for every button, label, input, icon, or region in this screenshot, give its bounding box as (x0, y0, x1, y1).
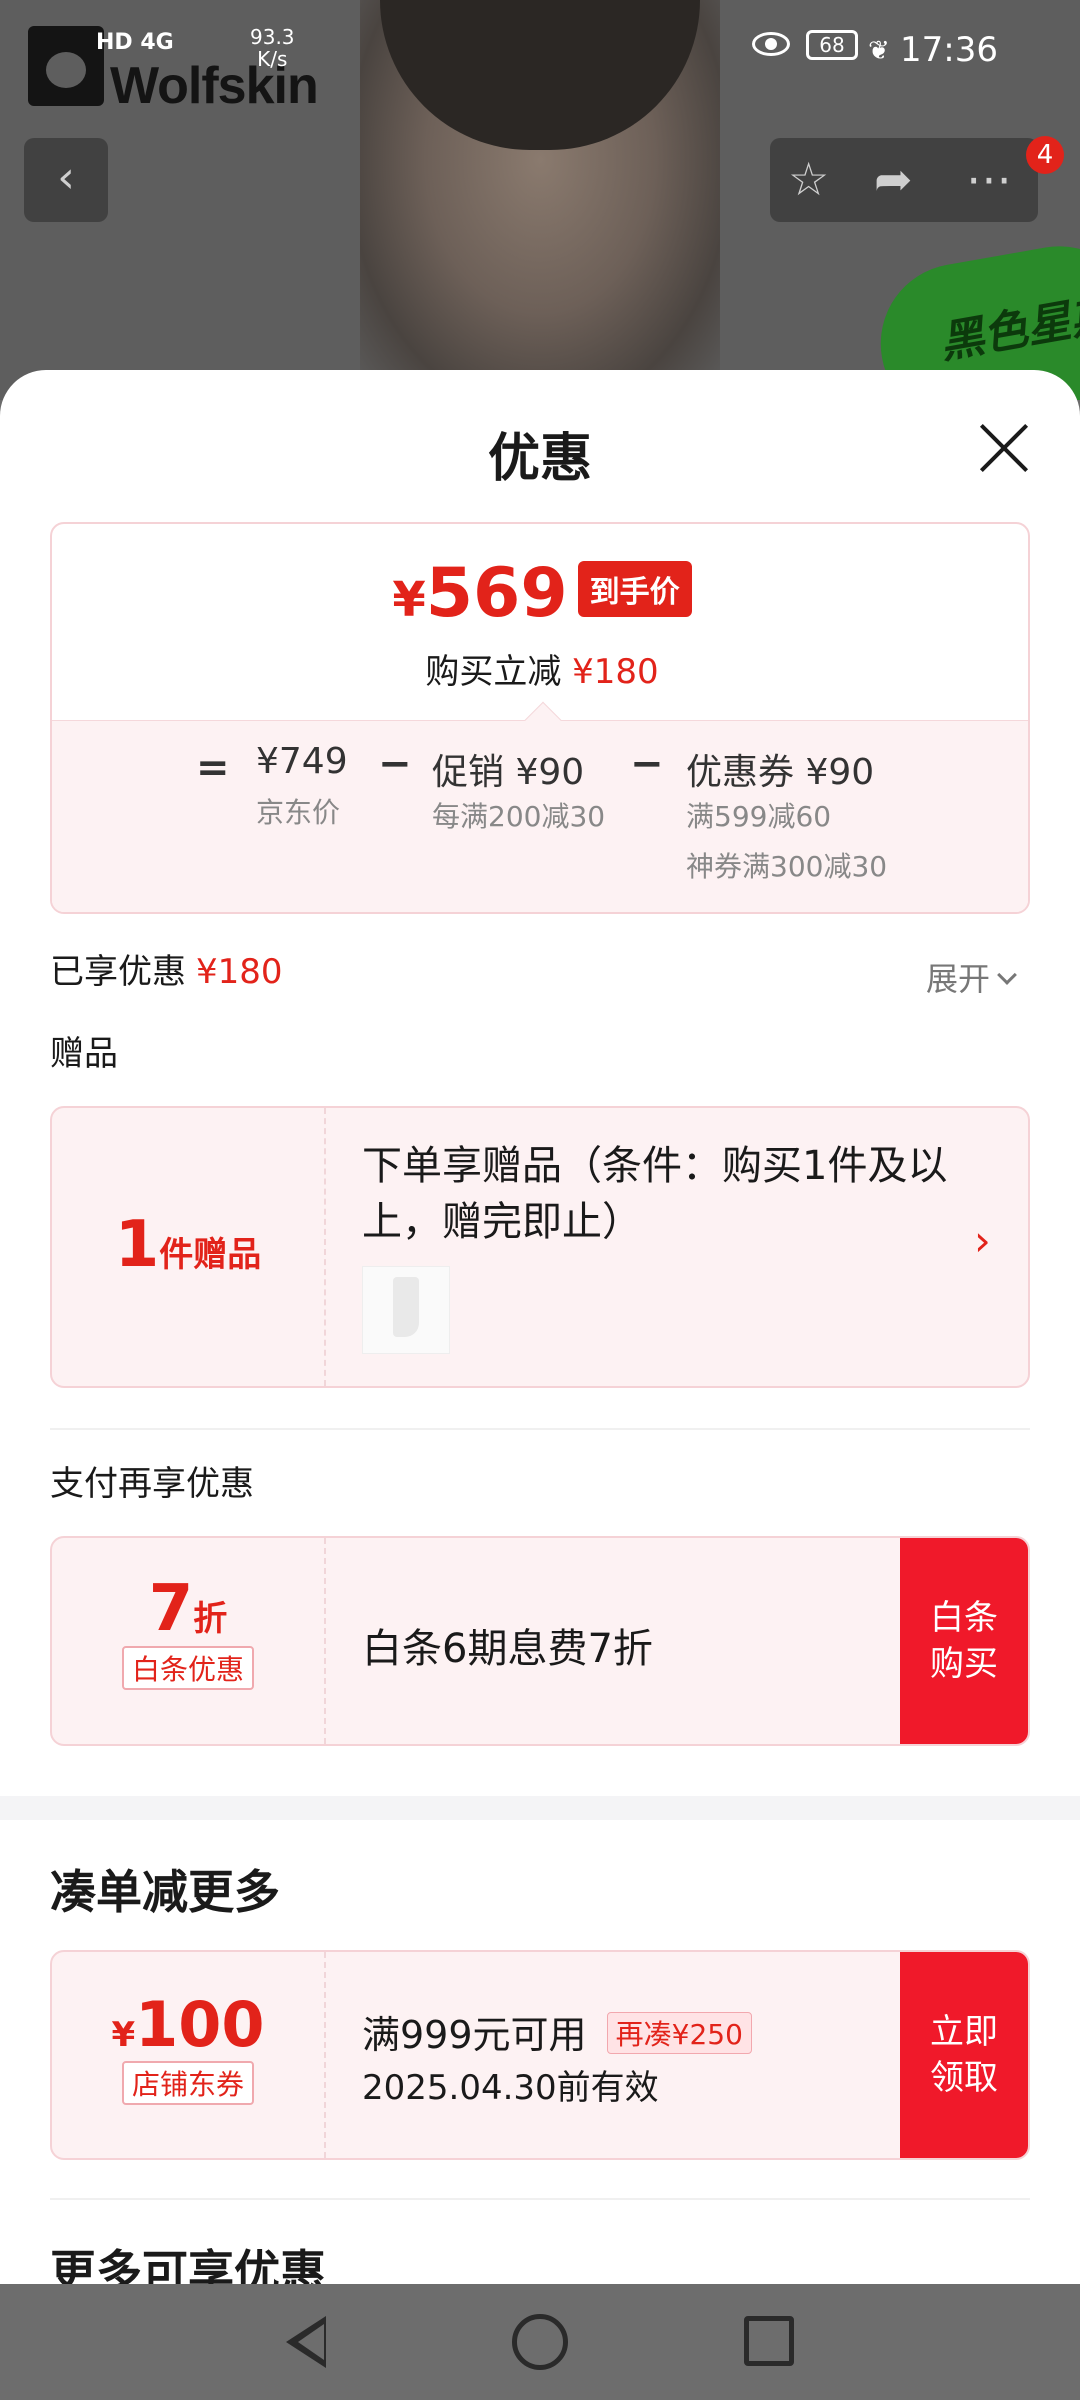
price-tag: 到手价 (577, 561, 692, 617)
gift-card[interactable]: 1件赠品 下单享赠品（条件：购买1件及以上，赠完即止） › (50, 1106, 1030, 1388)
nav-recents-icon[interactable] (744, 2316, 794, 2366)
jd-price: ¥749 (256, 741, 348, 782)
more-section-title: 更多可享优惠 (50, 2245, 326, 2284)
coupon-note: 满599减60 (686, 800, 832, 833)
shop-coupon-card: ¥100 店铺东券 满999元可用 再凑¥250 2025.04.30前有效 立… (50, 1950, 1030, 2160)
network-icons: HD 4G (96, 30, 174, 55)
claim-coupon-button[interactable]: 立即领取 (900, 1952, 1028, 2158)
minus-sign: − (630, 741, 664, 787)
coupon-condition: 满999元可用 再凑¥250 (362, 2004, 752, 2059)
bundle-section-title: 凑单减更多 (50, 1865, 280, 1919)
gift-section-label: 赠品 (50, 1034, 118, 1074)
divider (50, 2198, 1030, 2200)
baitiao-chip: 白条优惠 (121, 1646, 254, 1690)
price-amount: 569 (425, 554, 568, 633)
coupon-note: 神券满300减30 (686, 850, 888, 883)
gift-count: 1件赠品 (114, 1208, 262, 1282)
share-icon[interactable]: ➦ (874, 152, 913, 206)
star-icon[interactable]: ☆ (788, 152, 829, 206)
baitiao-card: 7折 白条优惠 白条6期息费7折 白条购买 (50, 1536, 1030, 1746)
section-separator (0, 1796, 1080, 1820)
chevron-right-icon: › (974, 1216, 991, 1265)
saved-amount: 已享优惠 ¥180 (50, 952, 283, 992)
system-navigation-bar (0, 2284, 1080, 2400)
equals-sign: = (196, 745, 230, 791)
final-price: ¥569 到手价 (52, 554, 1028, 633)
promo-amount: 促销 ¥90 (432, 752, 585, 793)
battery-icon: 68 (806, 30, 858, 60)
gift-thumbnail (362, 1266, 450, 1354)
nav-home-icon[interactable] (512, 2314, 568, 2370)
more-icon[interactable]: ⋯ (966, 152, 1012, 206)
extra-amount-tag: 再凑¥250 (606, 2012, 752, 2054)
baitiao-discount: 7折 白条优惠 (52, 1538, 324, 1744)
gift-description: 下单享赠品（条件：购买1件及以上，赠完即止） (362, 1143, 948, 1245)
coupon-value: ¥100 店铺东券 (52, 1952, 324, 2158)
divider (50, 1428, 1030, 1430)
back-button[interactable]: ‹ (24, 138, 108, 222)
price-card: ¥569 到手价 购买立减 ¥180 = ¥749 京东价 − 促销 ¥90 每满… (50, 522, 1030, 914)
coupon-amount: 优惠券 ¥90 (686, 752, 875, 793)
nav-back-icon[interactable] (286, 2316, 326, 2368)
coupon-expiry: 2025.04.30前有效 (362, 2068, 659, 2108)
action-group: ☆ ➦ ⋯ (770, 138, 1038, 222)
close-icon[interactable] (978, 422, 1030, 474)
jd-price-label: 京东价 (256, 796, 341, 829)
sheet-title: 优惠 (487, 429, 592, 489)
baitiao-description: 白条6期息费7折 (362, 1626, 653, 1672)
status-bar: HD 4G 93.3 K/s 68 ❦ 17:36 (0, 20, 1080, 80)
coupon-chip: 店铺东券 (121, 2061, 254, 2105)
pay-section-label: 支付再享优惠 (50, 1464, 254, 1504)
price-breakdown: = ¥749 京东价 − 促销 ¥90 每满200减30 − 优惠券 ¥90 满… (52, 701, 1028, 912)
leaf-icon: ❦ (868, 36, 890, 66)
network-speed: 93.3 K/s (250, 25, 295, 71)
baitiao-buy-button[interactable]: 白条购买 (900, 1538, 1028, 1744)
discount-sheet: 优惠 ¥569 到手价 购买立减 ¥180 = ¥749 京东价 − 促销 ¥90… (0, 370, 1080, 2284)
minus-sign: − (378, 741, 412, 787)
chevron-down-icon (997, 965, 1017, 985)
instant-discount: 购买立减 ¥180 (425, 652, 659, 692)
promo-note: 每满200减30 (432, 800, 606, 833)
eye-icon (752, 32, 790, 56)
clock: 17:36 (900, 30, 998, 70)
expand-button[interactable]: 展开 (926, 954, 1017, 1000)
notification-badge: 4 (1026, 136, 1064, 174)
